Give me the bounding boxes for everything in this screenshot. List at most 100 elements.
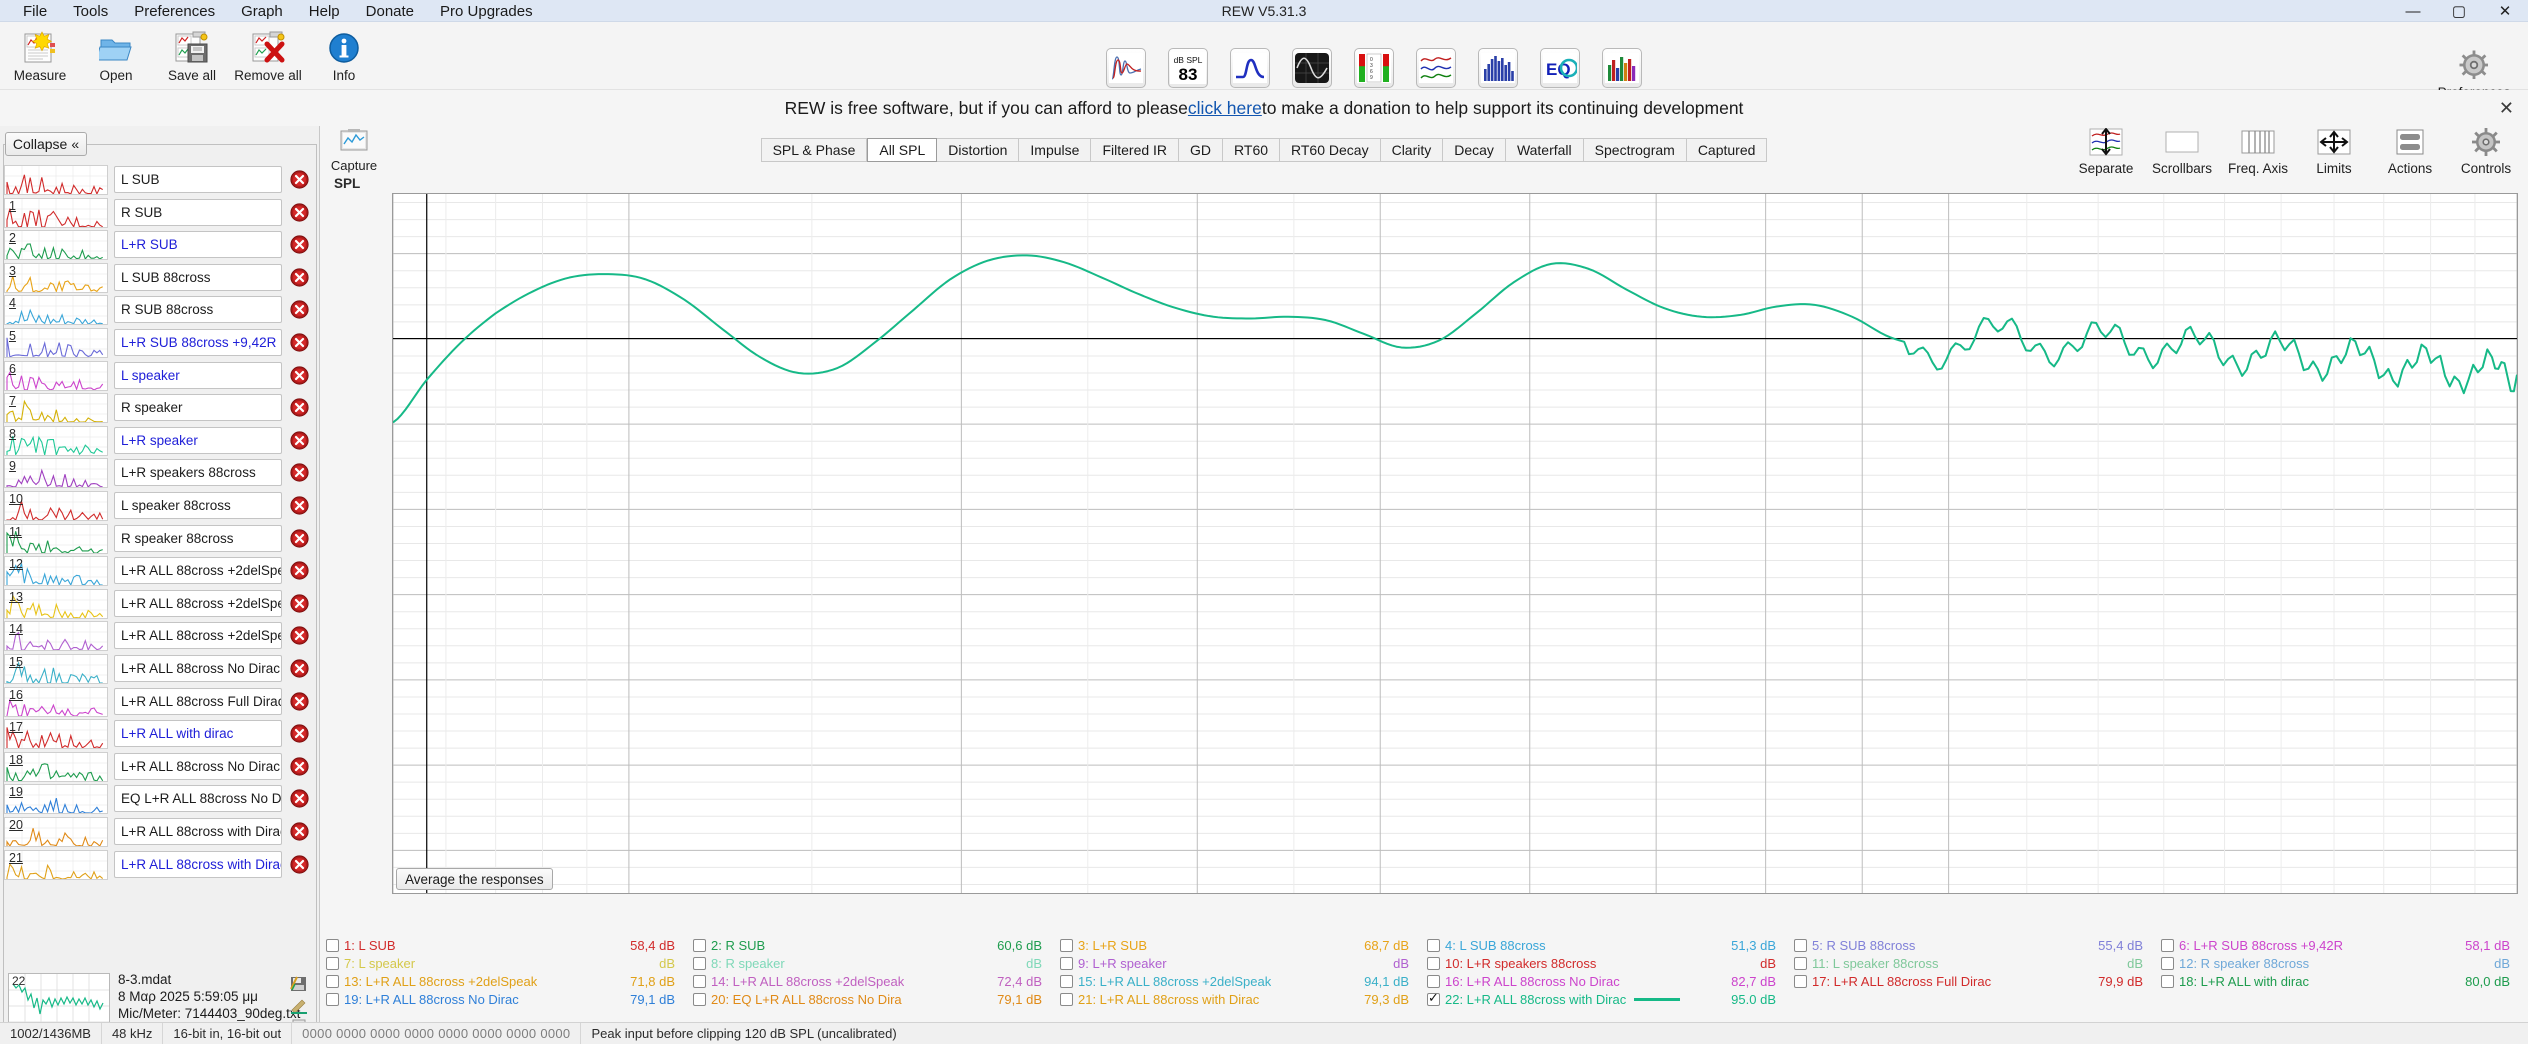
menu-pro-upgrades[interactable]: Pro Upgrades: [427, 1, 546, 22]
maximize-button[interactable]: ▢: [2436, 0, 2482, 22]
measurement-name-input[interactable]: L+R ALL 88cross +2delSpeak: [114, 590, 282, 617]
measurement-name-input[interactable]: R SUB: [114, 199, 282, 226]
measurement-thumbnail[interactable]: 11: [4, 524, 108, 554]
measurement-thumbnail[interactable]: 5: [4, 328, 108, 358]
tab-gd[interactable]: GD: [1179, 138, 1223, 162]
measurement-row[interactable]: 4 R SUB 88cross: [0, 294, 320, 327]
delete-measurement-icon[interactable]: [290, 496, 309, 515]
tab-spectrogram[interactable]: Spectrogram: [1584, 138, 1687, 162]
measurement-thumbnail[interactable]: 16: [4, 687, 108, 717]
measurement-row[interactable]: L SUB: [0, 164, 320, 197]
legend-checkbox[interactable]: [1794, 939, 1807, 952]
tab-all-spl[interactable]: All SPL: [867, 138, 937, 162]
legend-checkbox[interactable]: [326, 993, 339, 1006]
legend-checkbox[interactable]: [1794, 975, 1807, 988]
banner-link[interactable]: click here: [1188, 98, 1262, 119]
legend-item[interactable]: 11: L speaker 88cross dB: [1794, 956, 2161, 971]
measurement-name-input[interactable]: L+R ALL with dirac: [114, 720, 282, 747]
measurement-name-input[interactable]: L+R ALL 88cross with Dirac: [114, 851, 282, 878]
legend-item[interactable]: 19: L+R ALL 88cross No Dirac 79,1 dB: [326, 992, 693, 1007]
measurement-row[interactable]: 8 L+R speaker: [0, 425, 320, 458]
measurement-row[interactable]: 6 L speaker: [0, 360, 320, 393]
tab-rt60-decay[interactable]: RT60 Decay: [1280, 138, 1381, 162]
menu-tools[interactable]: Tools: [60, 1, 121, 22]
delete-measurement-icon[interactable]: [290, 170, 309, 189]
measurement-thumbnail[interactable]: 18: [4, 752, 108, 782]
measurement-row[interactable]: 20 L+R ALL 88cross with Dirac: [0, 816, 320, 849]
measurement-name-input[interactable]: L SUB: [114, 166, 282, 193]
measurement-thumbnail[interactable]: 1: [4, 198, 108, 228]
legend-item[interactable]: 17: L+R ALL 88cross Full Dirac 79,9 dB: [1794, 974, 2161, 989]
legend-item[interactable]: 13: L+R ALL 88cross +2delSpeak 71,8 dB: [326, 974, 693, 989]
measurement-row[interactable]: 16 L+R ALL 88cross Full Dirac: [0, 686, 320, 719]
measure-button[interactable]: Measure: [2, 24, 78, 83]
delete-measurement-icon[interactable]: [290, 855, 309, 874]
tab-distortion[interactable]: Distortion: [937, 138, 1019, 162]
legend-checkbox[interactable]: [693, 939, 706, 952]
open-button[interactable]: Open: [78, 24, 154, 83]
measurement-thumbnail[interactable]: 7: [4, 393, 108, 423]
measurement-name-input[interactable]: L+R SUB 88cross +9,42R: [114, 329, 282, 356]
legend-checkbox[interactable]: [1794, 957, 1807, 970]
measurement-row[interactable]: 1 R SUB: [0, 197, 320, 230]
legend-checkbox[interactable]: [1427, 957, 1440, 970]
measurement-name-input[interactable]: L+R ALL 88cross No Dirac: [114, 753, 282, 780]
legend-item[interactable]: 7: L speaker dB: [326, 956, 693, 971]
measurement-name-input[interactable]: L+R ALL 88cross with Dirac: [114, 818, 282, 845]
measurement-name-input[interactable]: L+R speakers 88cross: [114, 459, 282, 486]
delete-measurement-icon[interactable]: [290, 594, 309, 613]
measurement-name-input[interactable]: L+R ALL 88cross +2delSpeak: [114, 622, 282, 649]
delete-measurement-icon[interactable]: [290, 463, 309, 482]
delete-measurement-icon[interactable]: [290, 789, 309, 808]
banner-close-icon[interactable]: ✕: [2499, 98, 2514, 119]
detail-thumbnail[interactable]: 22 20 20,0k: [8, 973, 110, 1022]
legend-item[interactable]: 1: L SUB 58,4 dB: [326, 938, 693, 953]
average-responses-button[interactable]: Average the responses: [396, 868, 553, 890]
tab-clarity[interactable]: Clarity: [1381, 138, 1444, 162]
delete-measurement-icon[interactable]: [290, 529, 309, 548]
legend-checkbox[interactable]: [1060, 975, 1073, 988]
legend-checkbox[interactable]: [2161, 975, 2174, 988]
measurement-row[interactable]: 5 L+R SUB 88cross +9,42R: [0, 327, 320, 360]
measurement-name-input[interactable]: L SUB 88cross: [114, 264, 282, 291]
legend-checkbox[interactable]: [326, 975, 339, 988]
delete-measurement-icon[interactable]: [290, 300, 309, 319]
delete-measurement-icon[interactable]: [290, 203, 309, 222]
measurement-thumbnail[interactable]: 2: [4, 230, 108, 260]
measurement-name-input[interactable]: R speaker 88cross: [114, 525, 282, 552]
measurement-thumbnail[interactable]: 17: [4, 719, 108, 749]
delete-measurement-icon[interactable]: [290, 692, 309, 711]
measurement-thumbnail[interactable]: 8: [4, 426, 108, 456]
delete-measurement-icon[interactable]: [290, 757, 309, 776]
legend-item[interactable]: 21: L+R ALL 88cross with Dirac 79,3 dB: [1060, 992, 1427, 1007]
legend-checkbox[interactable]: [693, 975, 706, 988]
delete-measurement-icon[interactable]: [290, 626, 309, 645]
measurement-thumbnail[interactable]: 10: [4, 491, 108, 521]
legend-item[interactable]: 14: L+R ALL 88cross +2delSpeak 72,4 dB: [693, 974, 1060, 989]
measurement-name-input[interactable]: L+R ALL 88cross +2delSpeak: [114, 557, 282, 584]
legend-item[interactable]: 6: L+R SUB 88cross +9,42R 58,1 dB: [2161, 938, 2528, 953]
legend-item[interactable]: 9: L+R speaker dB: [1060, 956, 1427, 971]
legend-item[interactable]: 22: L+R ALL 88cross with Dirac 95.0 dB: [1427, 992, 1794, 1007]
legend-checkbox[interactable]: [693, 993, 706, 1006]
legend-item[interactable]: 3: L+R SUB 68,7 dB: [1060, 938, 1427, 953]
delete-measurement-icon[interactable]: [290, 431, 309, 450]
measurement-thumbnail[interactable]: [4, 165, 108, 195]
measurement-name-input[interactable]: L+R speaker: [114, 427, 282, 454]
tab-decay[interactable]: Decay: [1443, 138, 1506, 162]
edit-color-icon[interactable]: [288, 995, 310, 1017]
measurement-list[interactable]: L SUB 1 R SUB: [0, 126, 320, 1022]
measurement-row[interactable]: 3 L SUB 88cross: [0, 262, 320, 295]
measurement-thumbnail[interactable]: 13: [4, 589, 108, 619]
menu-graph[interactable]: Graph: [228, 1, 296, 22]
legend-checkbox[interactable]: [1427, 939, 1440, 952]
tab-rt60[interactable]: RT60: [1223, 138, 1280, 162]
measurement-row[interactable]: 9 L+R speakers 88cross: [0, 457, 320, 490]
delete-measurement-icon[interactable]: [290, 398, 309, 417]
spl-plot[interactable]: Average the responses 10090858075706595,…: [392, 193, 2518, 894]
delete-measurement-icon[interactable]: [290, 366, 309, 385]
collapse-button[interactable]: Collapse «: [5, 132, 87, 156]
legend-item[interactable]: 18: L+R ALL with dirac 80,0 dB: [2161, 974, 2528, 989]
legend-item[interactable]: 4: L SUB 88cross 51,3 dB: [1427, 938, 1794, 953]
legend-item[interactable]: 2: R SUB 60,6 dB: [693, 938, 1060, 953]
